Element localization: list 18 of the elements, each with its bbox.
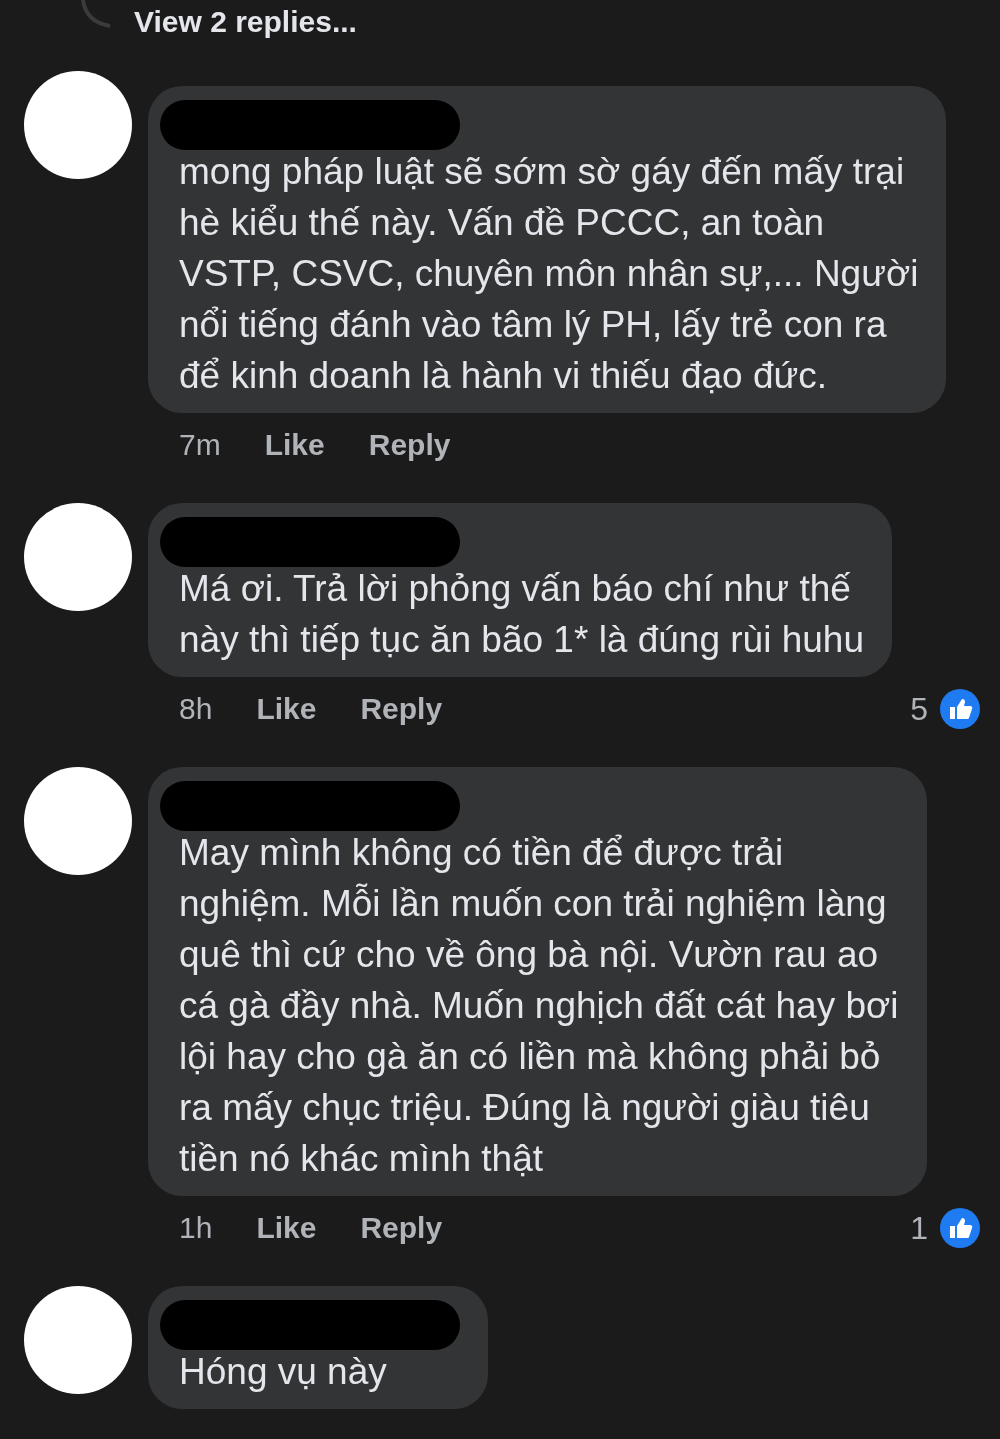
reply-link[interactable]: Reply (368, 428, 451, 462)
comment-text: Hóng vụ này (178, 1350, 388, 1394)
comment-text: mong pháp luật sẽ sớm sờ gáy đến mấy trại hè kiểu thế này. Vấn đề PCCC, an toàn VSTP, CSVC, chuyên môn nhân sự,... Người nổi tiếng đánh vào tâm lý PH, lấy trẻ con ra để kinh doanh là hành vi thiếu đạo đức. (178, 150, 919, 398)
comment-text: Má ơi. Trả lời phỏng vấn báo chí như thế này thì tiếp tục ăn bão 1* là đúng rùi huhu (178, 567, 864, 662)
reaction-count[interactable]: 5 (910, 690, 928, 728)
comment-time: 8h (179, 692, 213, 726)
like-link[interactable]: Like (256, 692, 317, 726)
reply-link[interactable]: Reply (360, 1211, 443, 1245)
comment-time: 1h (179, 1211, 213, 1245)
reply-link[interactable]: Reply (360, 692, 443, 726)
like-icon (940, 689, 980, 729)
like-icon (940, 1208, 980, 1248)
comment-text: May mình không có tiền để được trải nghiệm. Mỗi lần muốn con trải nghiệm làng quê thì cứ cho về ông bà nội. Vườn rau ao cá gà đầy nhà. Muốn nghịch đất cát hay bơi lội hay cho gà ăn có liền mà không phải bỏ ra mấy chục triệu. Đúng là người giàu tiêu tiền nó khác mình thật (178, 831, 899, 1181)
view-replies-link[interactable]: View 2 replies... (134, 4, 357, 40)
reaction-count[interactable]: 1 (910, 1209, 928, 1247)
like-link[interactable]: Like (264, 428, 325, 462)
comment-time: 7m (179, 428, 221, 462)
like-link[interactable]: Like (256, 1211, 317, 1245)
